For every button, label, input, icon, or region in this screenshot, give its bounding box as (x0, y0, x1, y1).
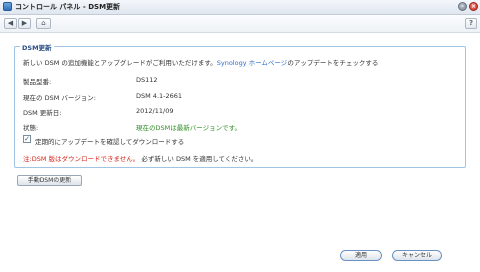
model-value: DS112 (136, 76, 158, 84)
cancel-button[interactable]: キャンセル (392, 250, 442, 261)
warning-text: 注:DSM 版はダウンロードできません。 (23, 155, 140, 163)
warning-text-after: 必ず新しい DSM を適用してください。 (139, 155, 258, 163)
description-text: 新しい DSM の追加機能とアップグレードがご利用いただけます。 (23, 59, 217, 67)
status-value: 現在のDSMは最新バージョンです。 (136, 124, 241, 132)
group-legend: DSM更新 (20, 42, 54, 52)
auto-update-label: 定期的にアップデートを確認してダウンロードする (35, 138, 185, 146)
date-value: 2012/11/09 (136, 107, 174, 115)
toolbar: ◀ ▶ ⌂ ? (0, 15, 480, 33)
minimize-icon[interactable]: – (458, 2, 467, 11)
status-label: 状態: (23, 124, 39, 132)
description-text-after: のアップデートをチェックする (287, 59, 379, 67)
forward-button[interactable]: ▶ (18, 18, 31, 29)
version-label: 現在の DSM バージョン: (23, 94, 96, 102)
apply-button[interactable]: 適用 (340, 250, 382, 261)
home-button[interactable]: ⌂ (36, 18, 51, 29)
help-button[interactable]: ? (465, 18, 477, 29)
manual-update-button[interactable]: 手動DSMの更新 (17, 175, 82, 186)
window-title: コントロール パネル - DSM更新 (15, 3, 121, 11)
control-panel-icon (3, 2, 12, 11)
date-label: DSM 更新日: (23, 109, 62, 117)
back-button[interactable]: ◀ (4, 18, 17, 29)
update-description: 新しい DSM の追加機能とアップグレードがご利用いただけます。Synology… (23, 57, 378, 67)
auto-update-checkbox[interactable]: ✓ (23, 135, 31, 143)
synology-homepage-link[interactable]: Synology ホームページ (217, 59, 288, 67)
model-label: 製品型番: (23, 78, 52, 86)
warning-note: 注:DSM 版はダウンロードできません。 必ず新しい DSM を適用してください… (23, 153, 257, 163)
version-value: DSM 4.1-2661 (136, 92, 183, 100)
close-icon[interactable]: × (469, 2, 478, 11)
title-bar: コントロール パネル - DSM更新 – × (0, 0, 480, 15)
